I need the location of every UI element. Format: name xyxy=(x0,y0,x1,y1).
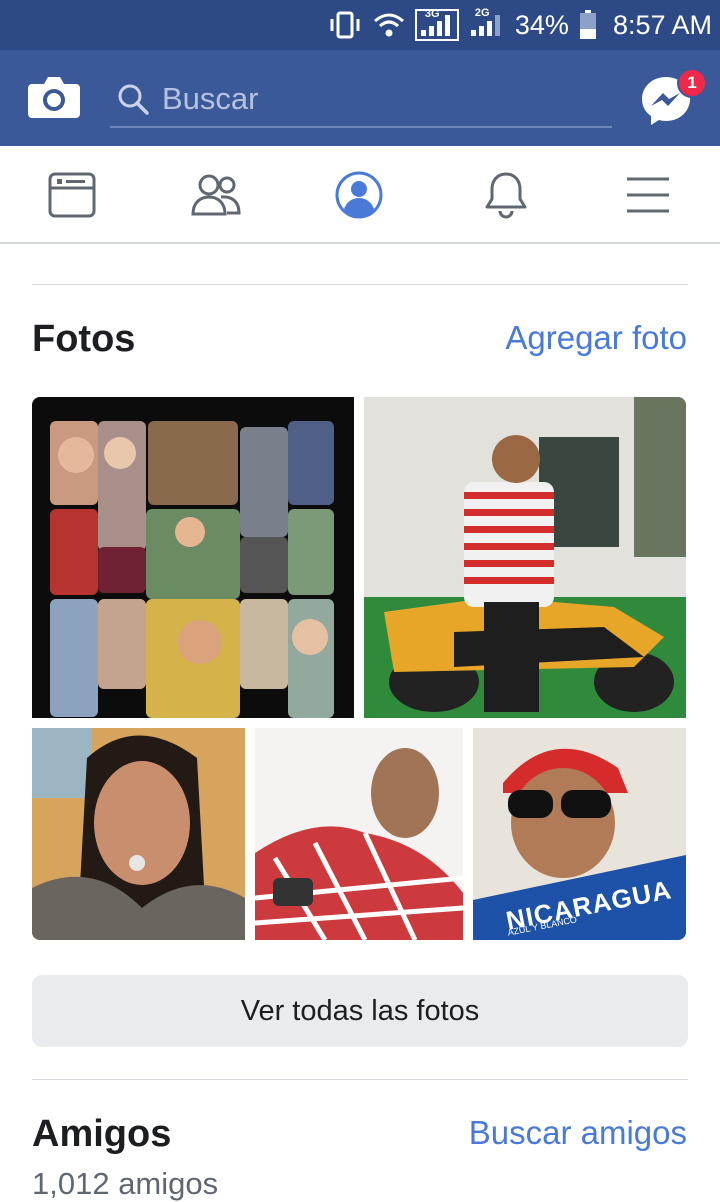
profile-icon xyxy=(335,171,383,219)
photos-title: Fotos xyxy=(32,318,136,360)
tab-profile[interactable] xyxy=(331,168,387,222)
tab-friends[interactable] xyxy=(188,168,244,222)
status-bar: 3G 2G 34% 8:57 AM xyxy=(0,0,720,50)
camera-icon[interactable] xyxy=(28,74,80,120)
friends-title: Amigos xyxy=(32,1113,172,1155)
photo-motorcycle[interactable] xyxy=(364,397,686,718)
top-app-bar xyxy=(0,50,720,146)
clock: 8:57 AM xyxy=(612,9,712,40)
tab-notifications[interactable] xyxy=(478,168,534,222)
tab-menu[interactable] xyxy=(620,168,676,222)
view-all-photos-button[interactable]: Ver todas las fotos xyxy=(32,975,688,1047)
photo-nicaragua[interactable]: NICARAGUA AZUL Y BLANCO xyxy=(473,728,686,940)
photo-collage[interactable] xyxy=(32,397,354,718)
search-icon xyxy=(116,82,150,116)
bell-icon xyxy=(485,172,527,219)
search-input[interactable] xyxy=(162,81,582,117)
section-divider xyxy=(32,284,688,285)
photo-woman[interactable] xyxy=(32,728,245,940)
signal-2g-icon: 2G xyxy=(469,7,505,38)
wifi-icon xyxy=(373,12,405,38)
tab-news-feed[interactable] xyxy=(44,168,100,222)
find-friends-link[interactable]: Buscar amigos xyxy=(469,1114,687,1152)
section-divider xyxy=(32,1079,688,1080)
network-1-label: 3G xyxy=(424,8,440,20)
photo-plaid-shirt[interactable] xyxy=(255,728,463,940)
friends-count: 1,012 amigos xyxy=(32,1166,219,1201)
news-feed-icon xyxy=(48,172,96,218)
add-photo-link[interactable]: Agregar foto xyxy=(505,319,687,357)
network-2-label: 2G xyxy=(474,7,490,19)
messenger-badge: 1 xyxy=(677,68,707,98)
friends-icon xyxy=(191,174,241,216)
search-bar[interactable] xyxy=(110,72,612,128)
nav-tabs xyxy=(0,146,720,244)
battery-icon xyxy=(579,10,597,40)
vibrate-icon xyxy=(327,11,363,39)
battery-percent: 34% xyxy=(514,9,569,40)
hamburger-menu-icon xyxy=(627,177,669,213)
signal-3g-icon: 3G xyxy=(414,8,459,41)
